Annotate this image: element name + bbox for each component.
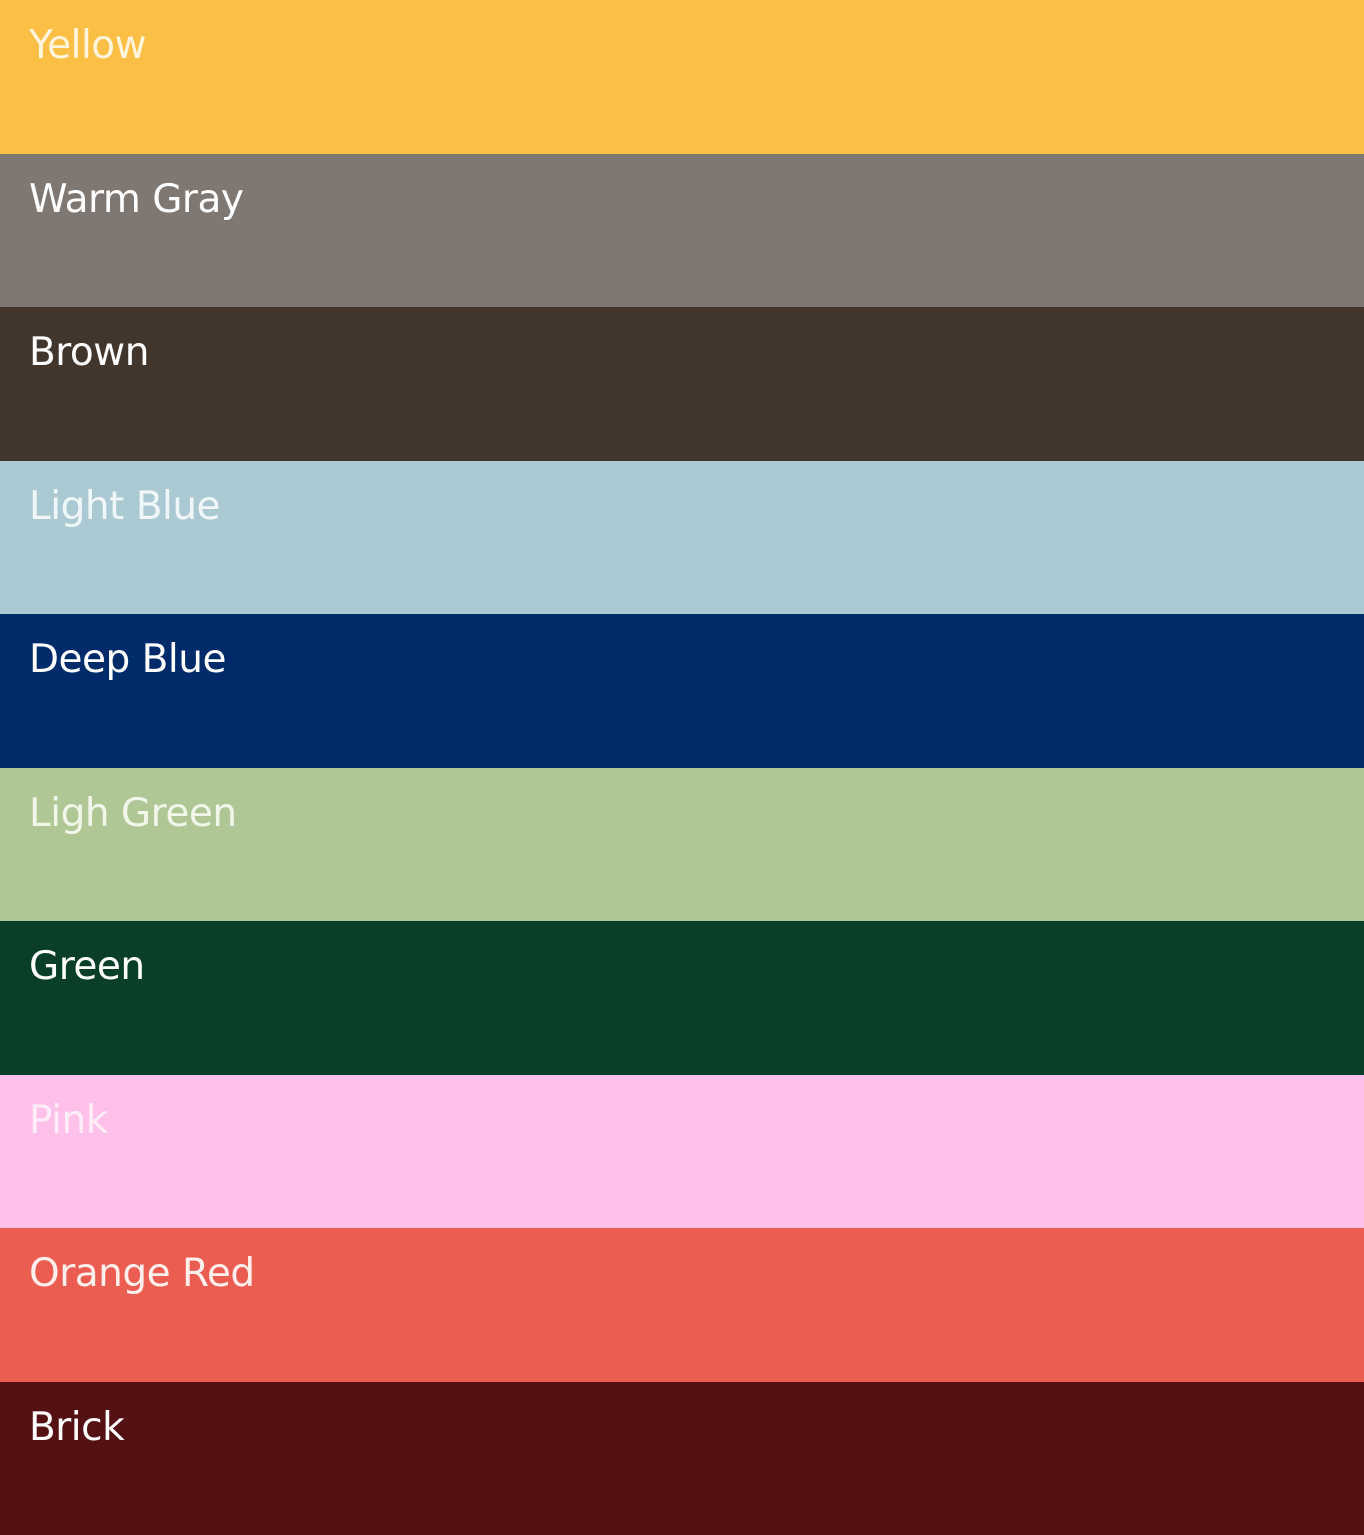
swatch-label-light-blue: Light Blue <box>29 483 221 529</box>
swatch-green: Green <box>0 921 1364 1075</box>
swatch-label-deep-blue: Deep Blue <box>29 637 226 682</box>
swatch-pink: Pink <box>0 1074 1364 1228</box>
swatch-light-blue: Light Blue <box>0 460 1364 614</box>
swatch-label-orange-red: Orange Red <box>29 1251 255 1296</box>
swatch-label-brown: Brown <box>29 330 149 375</box>
swatch-label-yellow: Yellow <box>29 23 147 68</box>
swatch-warm-gray: Warm Gray <box>0 153 1364 307</box>
swatch-deep-blue: Deep Blue <box>0 614 1364 768</box>
swatch-yellow: Yellow <box>0 0 1364 154</box>
swatch-label-light-green: Ligh Green <box>29 790 237 836</box>
swatch-label-brick: Brick <box>29 1404 125 1450</box>
swatch-brick: Brick <box>0 1381 1364 1535</box>
swatch-label-warm-gray: Warm Gray <box>29 176 244 222</box>
swatch-light-green: Ligh Green <box>0 767 1364 921</box>
swatch-orange-red: Orange Red <box>0 1228 1364 1382</box>
swatch-label-green: Green <box>29 944 145 989</box>
swatch-label-pink: Pink <box>29 1097 108 1143</box>
color-palette: Yellow Warm Gray Brown Light Blue Deep B… <box>0 0 1364 1535</box>
swatch-brown: Brown <box>0 307 1364 461</box>
